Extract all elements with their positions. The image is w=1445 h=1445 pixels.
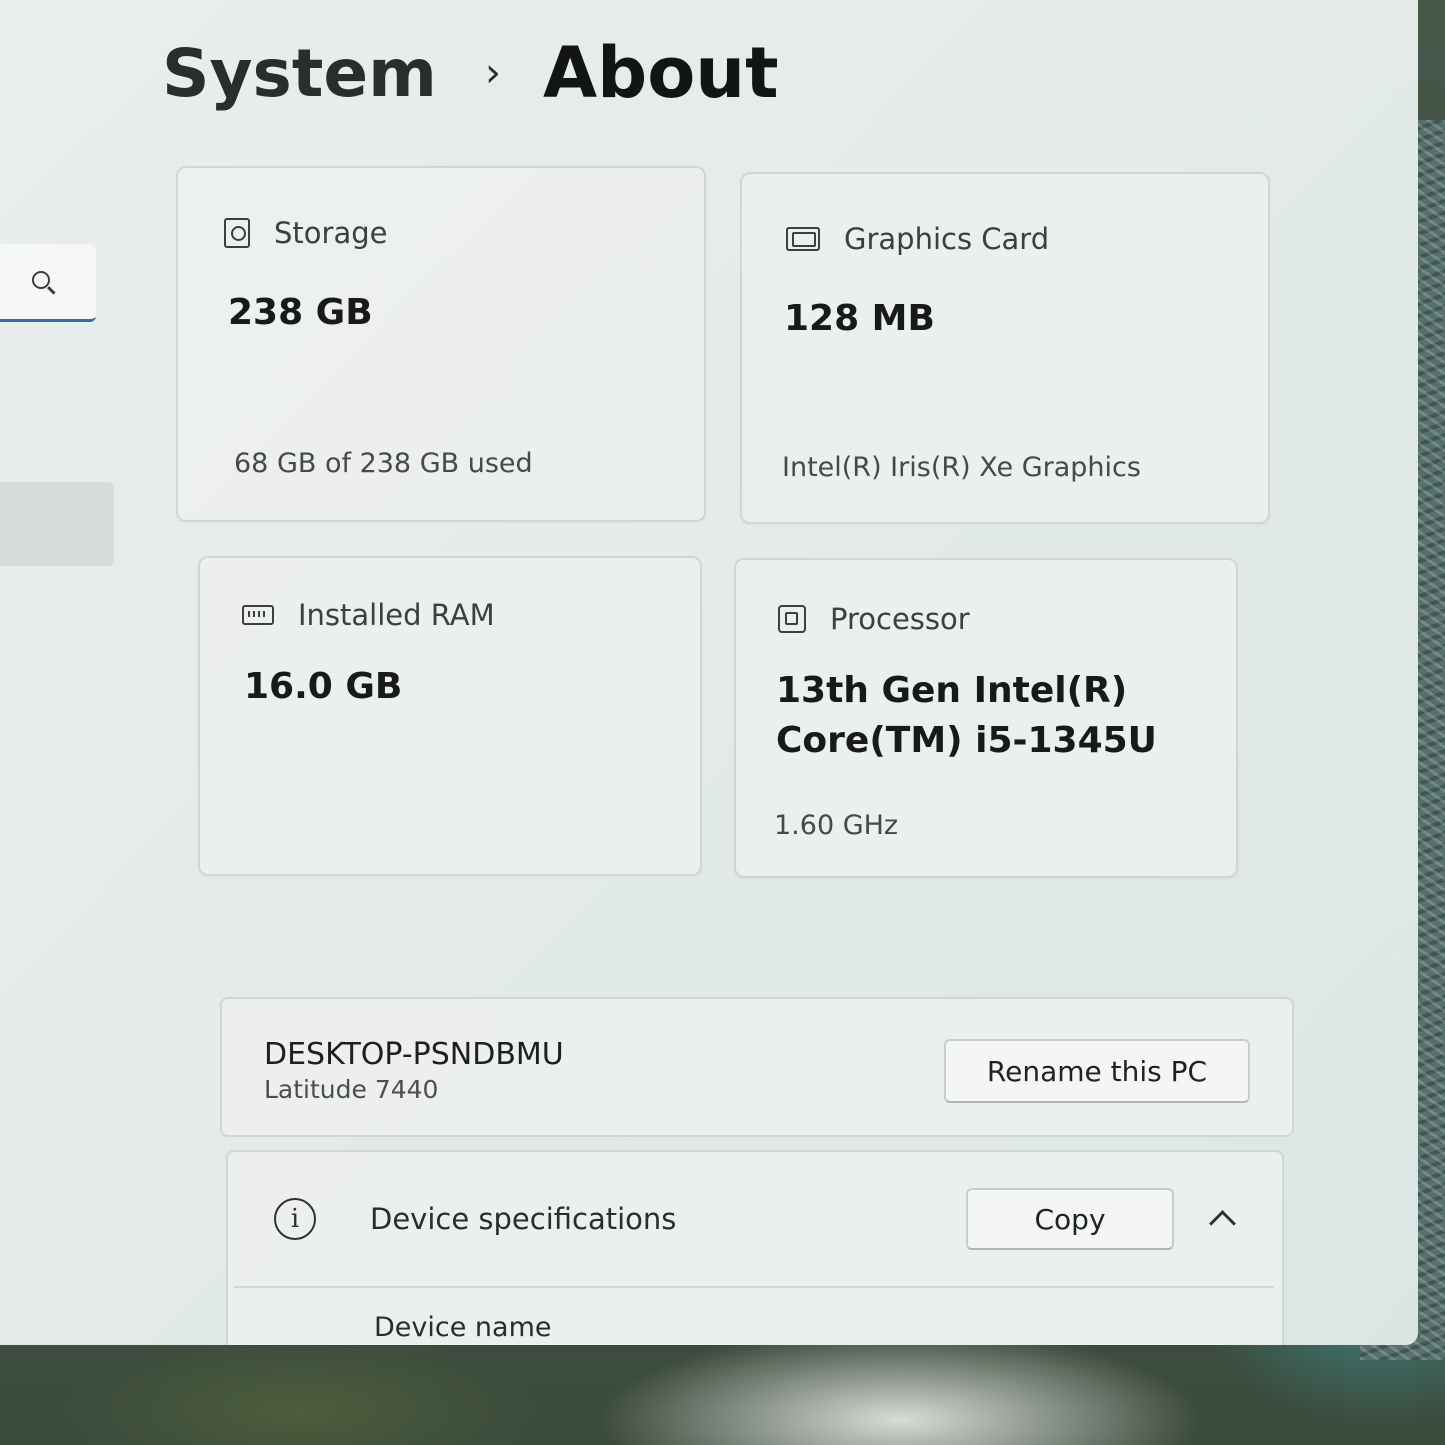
storage-card[interactable]: Storage 238 GB 68 GB of 238 GB used [176,166,706,522]
device-name-panel: DESKTOP-PSNDBMU Latitude 7440 Rename thi… [220,997,1294,1137]
installed-ram-card[interactable]: Installed RAM 16.0 GB [198,556,702,876]
storage-usage: 68 GB of 238 GB used [234,448,533,479]
graphics-card-icon [786,227,820,251]
device-name: DESKTOP-PSNDBMU [264,1037,564,1072]
page-title: About [542,32,779,114]
settings-window: System › About Storage 238 GB 68 GB of 2… [0,0,1418,1345]
search-icon[interactable] [32,271,50,289]
processor-value-line2: Core(TM) i5-1345U [776,720,1157,761]
chevron-up-icon[interactable] [1209,1210,1236,1237]
device-model: Latitude 7440 [264,1075,439,1104]
processor-card[interactable]: Processor 13th Gen Intel(R) Core(TM) i5-… [734,558,1238,878]
device-specifications-title: Device specifications [370,1202,677,1236]
graphics-card-model: Intel(R) Iris(R) Xe Graphics [782,452,1141,483]
info-icon: i [274,1198,316,1240]
copy-button[interactable]: Copy [966,1188,1174,1250]
graphics-card-value: 128 MB [784,298,935,339]
processor-value-line1: 13th Gen Intel(R) [776,670,1128,711]
sidebar-search-box[interactable] [0,244,96,322]
storage-title: Storage [274,216,388,250]
ram-card-header: Installed RAM [242,598,495,632]
ram-value: 16.0 GB [244,666,403,707]
ram-title: Installed RAM [298,598,495,632]
graphics-card-header: Graphics Card [786,222,1049,256]
device-specifications-panel[interactable]: i Device specifications Copy Device name [226,1150,1284,1345]
storage-icon [224,218,250,248]
storage-card-header: Storage [224,216,387,250]
processor-title: Processor [830,602,970,636]
rename-pc-button[interactable]: Rename this PC [944,1039,1250,1103]
processor-icon [778,605,806,633]
divider [234,1286,1274,1288]
chevron-right-icon: › [484,50,501,96]
processor-speed: 1.60 GHz [774,810,899,841]
sidebar-selected-item[interactable] [0,482,114,566]
graphics-card-card[interactable]: Graphics Card 128 MB Intel(R) Iris(R) Xe… [740,172,1270,524]
processor-card-header: Processor [778,602,970,636]
breadcrumb-system[interactable]: System [162,35,437,112]
storage-value: 238 GB [228,292,373,333]
spec-row-device-name-label: Device name [374,1312,552,1343]
graphics-card-title: Graphics Card [844,222,1050,256]
ram-icon [242,605,274,625]
breadcrumb: System › About [162,28,779,118]
